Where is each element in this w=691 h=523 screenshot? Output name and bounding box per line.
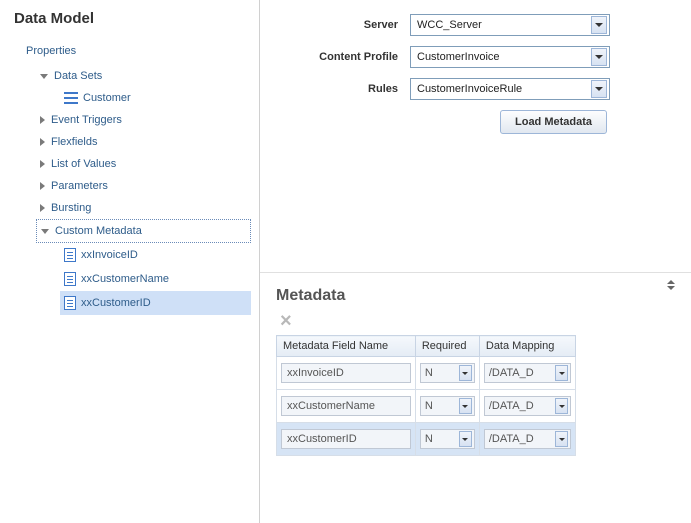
col-header-name: Metadata Field Name: [277, 336, 416, 357]
document-icon: [64, 248, 76, 262]
tree-item-custom-metadata[interactable]: Custom Metadata: [36, 219, 251, 243]
chevron-down-icon: [591, 16, 607, 34]
tree-item-xxcustomerid[interactable]: xxCustomerID: [60, 291, 251, 315]
splitter-handle-icon[interactable]: [665, 280, 683, 290]
button-row: Load Metadata: [260, 110, 691, 134]
required-select[interactable]: N: [420, 396, 475, 416]
chevron-right-icon: [40, 204, 45, 212]
chevron-down-icon: [459, 398, 472, 414]
load-metadata-button[interactable]: Load Metadata: [500, 110, 607, 134]
tree-item-xxcustomername[interactable]: xxCustomerName: [60, 267, 251, 291]
tree-item-xxinvoiceid[interactable]: xxInvoiceID: [60, 243, 251, 267]
profile-select[interactable]: CustomerInvoice: [410, 46, 610, 68]
chevron-right-icon: [40, 138, 45, 146]
rules-label: Rules: [260, 83, 410, 95]
field-name-input[interactable]: [281, 429, 411, 449]
rules-value: CustomerInvoiceRule: [417, 83, 591, 95]
tree-root-properties[interactable]: Properties: [8, 41, 251, 65]
form-row-rules: Rules CustomerInvoiceRule: [260, 78, 691, 100]
close-icon[interactable]: ×: [260, 311, 691, 335]
tree-label: List of Values: [51, 158, 116, 170]
chevron-right-icon: [40, 182, 45, 190]
tree-item-list-of-values[interactable]: List of Values: [36, 153, 251, 175]
table-row[interactable]: N /DATA_D: [277, 357, 576, 390]
page-title: Data Model: [0, 0, 259, 41]
form-row-server: Server WCC_Server: [260, 14, 691, 36]
tree-item-data-sets[interactable]: Data Sets: [36, 65, 251, 87]
chevron-down-icon: [555, 431, 568, 447]
tree-label: xxCustomerID: [81, 297, 151, 309]
server-label: Server: [260, 19, 410, 31]
tree-label: xxCustomerName: [81, 273, 169, 285]
chevron-down-icon: [555, 398, 568, 414]
profile-label: Content Profile: [260, 51, 410, 63]
col-header-required: Required: [415, 336, 479, 357]
field-name-input[interactable]: [281, 396, 411, 416]
chevron-right-icon: [40, 116, 45, 124]
tree-item-flexfields[interactable]: Flexfields: [36, 131, 251, 153]
table-row[interactable]: N /DATA_D: [277, 390, 576, 423]
tree-item-customer[interactable]: Customer: [60, 87, 251, 109]
metadata-table: Metadata Field Name Required Data Mappin…: [276, 335, 576, 456]
rules-select[interactable]: CustomerInvoiceRule: [410, 78, 610, 100]
table-row[interactable]: N /DATA_D: [277, 423, 576, 456]
required-select[interactable]: N: [420, 429, 475, 449]
chevron-down-icon: [459, 365, 472, 381]
chevron-down-icon: [40, 74, 48, 79]
document-icon: [64, 272, 76, 286]
form-row-profile: Content Profile CustomerInvoice: [260, 46, 691, 68]
document-icon: [64, 296, 76, 310]
tree-label: Bursting: [51, 202, 91, 214]
mapping-select[interactable]: /DATA_D: [484, 429, 571, 449]
chevron-down-icon: [41, 229, 49, 234]
tree-item-event-triggers[interactable]: Event Triggers: [36, 109, 251, 131]
tree-label: xxInvoiceID: [81, 249, 138, 261]
metadata-header: Metadata: [260, 273, 691, 311]
chevron-down-icon: [555, 365, 568, 381]
tree-label: Custom Metadata: [55, 225, 142, 237]
chevron-down-icon: [591, 48, 607, 66]
tree-label: Flexfields: [51, 136, 97, 148]
tree-item-parameters[interactable]: Parameters: [36, 175, 251, 197]
tree-label: Data Sets: [54, 70, 102, 82]
dataset-icon: [64, 92, 78, 104]
form-area: Server WCC_Server Content Profile Custom…: [260, 14, 691, 273]
chevron-down-icon: [459, 431, 472, 447]
required-select[interactable]: N: [420, 363, 475, 383]
chevron-right-icon: [40, 160, 45, 168]
tree-label: Customer: [83, 92, 131, 104]
chevron-down-icon: [591, 80, 607, 98]
left-panel: Data Model Properties Data Sets Customer…: [0, 0, 260, 523]
field-name-input[interactable]: [281, 363, 411, 383]
table-header-row: Metadata Field Name Required Data Mappin…: [277, 336, 576, 357]
mapping-select[interactable]: /DATA_D: [484, 396, 571, 416]
server-select[interactable]: WCC_Server: [410, 14, 610, 36]
server-value: WCC_Server: [417, 19, 591, 31]
tree-item-bursting[interactable]: Bursting: [36, 197, 251, 219]
col-header-mapping: Data Mapping: [479, 336, 575, 357]
profile-value: CustomerInvoice: [417, 51, 591, 63]
mapping-select[interactable]: /DATA_D: [484, 363, 571, 383]
right-panel: Server WCC_Server Content Profile Custom…: [260, 0, 691, 523]
tree-label: Parameters: [51, 180, 108, 192]
tree-label: Event Triggers: [51, 114, 122, 126]
tree: Properties Data Sets Customer Event Trig…: [0, 41, 259, 315]
